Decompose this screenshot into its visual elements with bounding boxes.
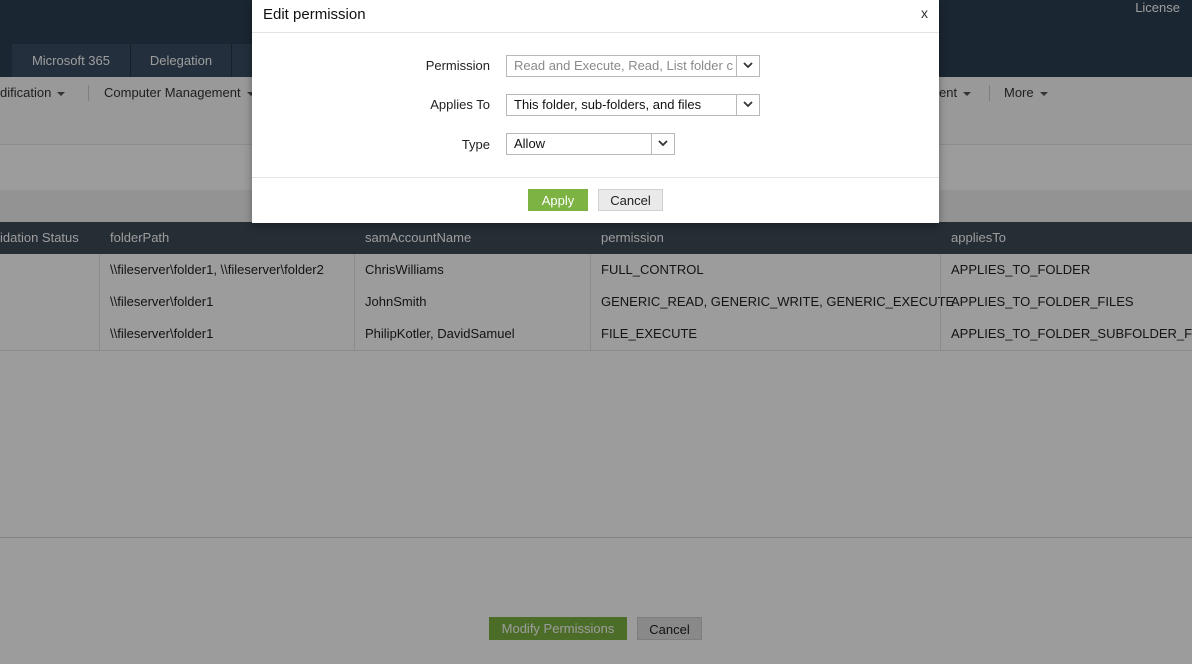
- edit-permission-dialog: Edit permission x Permission Read and Ex…: [252, 0, 939, 223]
- dialog-divider: [252, 177, 939, 178]
- type-value: Allow: [514, 136, 546, 151]
- dialog-divider: [252, 32, 939, 33]
- permission-value: Read and Execute, Read, List folder c: [514, 58, 733, 73]
- close-icon[interactable]: x: [921, 5, 928, 21]
- permission-select[interactable]: Read and Execute, Read, List folder c: [506, 55, 760, 77]
- permission-label: Permission: [425, 58, 490, 73]
- type-label: Type: [461, 137, 490, 152]
- chevron-down-icon[interactable]: [651, 134, 674, 154]
- type-select[interactable]: Allow: [506, 133, 675, 155]
- applies-to-value: This folder, sub-folders, and files: [514, 97, 702, 112]
- chevron-down-icon[interactable]: [736, 95, 759, 115]
- applies-to-label: Applies To: [430, 97, 490, 112]
- dialog-title: Edit permission: [263, 6, 366, 23]
- dialog-cancel-button[interactable]: Cancel: [598, 189, 663, 211]
- applies-to-select[interactable]: This folder, sub-folders, and files: [506, 94, 760, 116]
- chevron-down-icon[interactable]: [736, 56, 759, 76]
- apply-button[interactable]: Apply: [528, 189, 588, 211]
